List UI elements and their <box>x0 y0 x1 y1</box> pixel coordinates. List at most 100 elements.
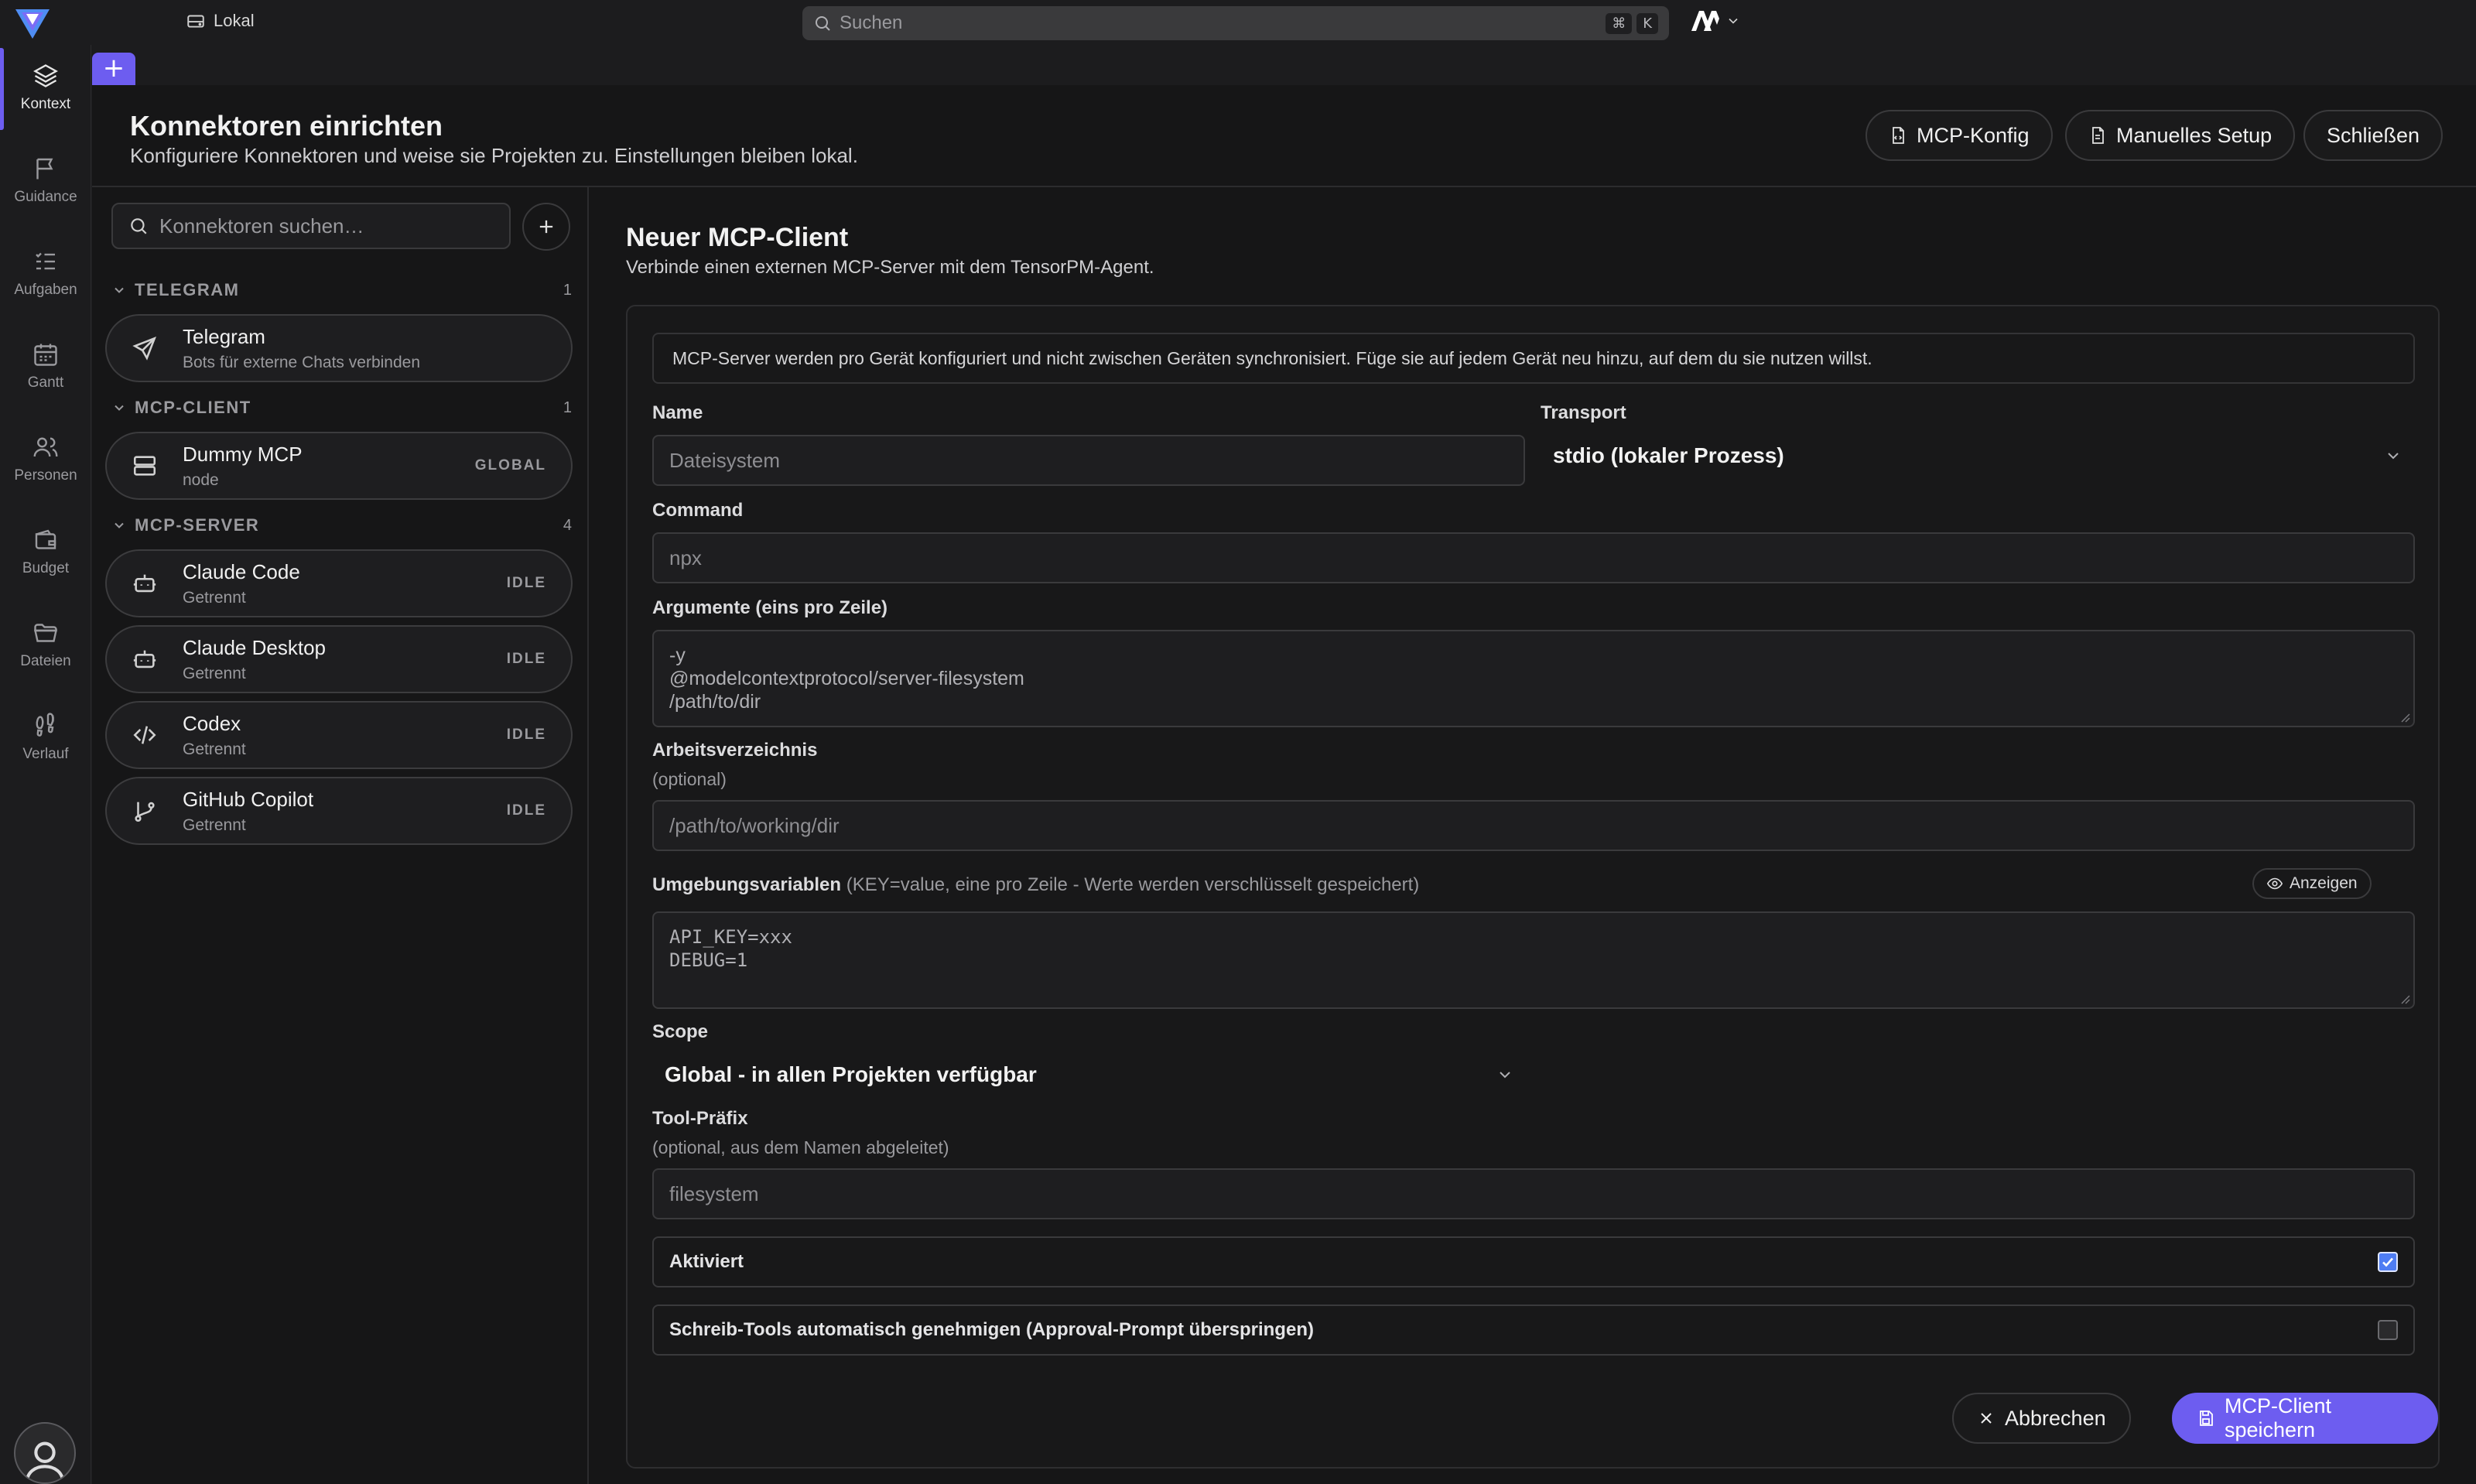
save-mcp-client-button[interactable]: MCP-Client speichern <box>2172 1393 2438 1444</box>
eye-icon <box>2266 875 2283 892</box>
layers-icon <box>32 62 60 90</box>
tool-prefix-label: Tool-Präfix <box>652 1108 748 1129</box>
connector-title: Claude Desktop <box>183 635 326 659</box>
chevron-down-icon <box>1496 1065 1514 1084</box>
new-tab-button[interactable]: + <box>92 53 135 85</box>
connector-item-dummy-mcp[interactable]: Dummy MCP node GLOBAL <box>105 432 573 500</box>
workspace-selector[interactable]: Lokal <box>186 11 255 31</box>
argument-line: @modelcontextprotocol/server-filesystem <box>669 668 1024 689</box>
sync-notice: MCP-Server werden pro Gerät konfiguriert… <box>652 333 2415 384</box>
scope-select[interactable]: Global - in allen Projekten verfügbar <box>652 1049 1527 1100</box>
chevron-down-icon <box>2384 446 2402 465</box>
connector-title: Dummy MCP <box>183 442 303 466</box>
save-label: MCP-Client speichern <box>2225 1394 2332 1441</box>
mcp-config-button[interactable]: MCP-Konfig <box>1866 110 2053 161</box>
status-badge: IDLE <box>506 727 546 743</box>
nav-label: Personen <box>14 467 77 484</box>
connector-search-input[interactable]: Konnektoren suchen… <box>111 203 511 249</box>
connector-setup-page: Konnektoren einrichten Konfiguriere Konn… <box>92 85 2476 1484</box>
group-count: 4 <box>563 516 572 534</box>
close-label: Schließen <box>2327 123 2420 147</box>
search-icon <box>128 216 149 236</box>
resize-handle-icon[interactable] <box>2399 993 2410 1004</box>
nav-label: Dateien <box>20 653 71 669</box>
connector-subtitle: Getrennt <box>183 588 246 607</box>
nav-label: Verlauf <box>22 746 69 762</box>
status-badge: IDLE <box>506 651 546 667</box>
nav-item-aufgaben[interactable]: Aufgaben <box>0 231 91 316</box>
nav-label: Budget <box>22 560 70 576</box>
connector-item-claude-code[interactable]: Claude Code Getrennt IDLE <box>105 549 573 617</box>
connector-item-codex[interactable]: Codex Getrennt IDLE <box>105 701 573 769</box>
chevron-down-icon <box>1725 13 1741 29</box>
manual-setup-button[interactable]: Manuelles Setup <box>2065 110 2296 161</box>
user-avatar-button[interactable] <box>14 1422 76 1484</box>
server-icon <box>132 453 158 479</box>
connector-item-github-copilot[interactable]: GitHub Copilot Getrennt IDLE <box>105 777 573 845</box>
command-input[interactable]: npx <box>652 532 2415 583</box>
connector-item-telegram[interactable]: Telegram Bots für externe Chats verbinden <box>105 314 573 382</box>
status-badge: IDLE <box>506 575 546 591</box>
transport-select[interactable]: stdio (lokaler Prozess) <box>1541 430 2415 481</box>
group-count: 1 <box>563 398 572 416</box>
add-connector-button[interactable] <box>522 203 570 251</box>
env-textarea[interactable]: API_KEY=xxx DEBUG=1 <box>652 911 2415 1009</box>
app-logo-icon[interactable] <box>14 6 51 42</box>
show-values-button[interactable]: Anzeigen <box>2252 868 2372 899</box>
auto-approve-checkbox[interactable] <box>2378 1320 2398 1340</box>
group-header-mcp-client[interactable]: MCP-CLIENT 1 <box>111 398 572 418</box>
tool-prefix-input[interactable]: filesystem <box>652 1168 2415 1219</box>
connector-subtitle: node <box>183 470 219 489</box>
calendar-icon <box>32 340 60 368</box>
nav-item-budget[interactable]: Budget <box>0 509 91 594</box>
env-label-text: Umgebungsvariablen <box>652 874 842 895</box>
bot-icon <box>132 570 158 597</box>
env-label: Umgebungsvariablen (KEY=value, eine pro … <box>652 874 1419 896</box>
plus-icon <box>535 216 557 238</box>
group-header-mcp-server[interactable]: MCP-SERVER 4 <box>111 515 572 535</box>
nav-item-verlauf[interactable]: Verlauf <box>0 695 91 780</box>
connector-title: Codex <box>183 711 241 735</box>
check-icon <box>2382 1257 2393 1267</box>
auto-approve-row[interactable]: Schreib-Tools automatisch genehmigen (Ap… <box>652 1304 2415 1356</box>
env-label-hint: (KEY=value, eine pro Zeile - Werte werde… <box>846 874 1420 895</box>
nav-item-gantt[interactable]: Gantt <box>0 323 91 409</box>
env-line: API_KEY=xxx <box>669 926 792 948</box>
global-search-input[interactable]: Suchen ⌘ K <box>802 6 1669 40</box>
cancel-label: Abbrechen <box>2005 1406 2106 1430</box>
brand-menu-button[interactable] <box>1690 9 1741 32</box>
scope-label: Scope <box>652 1021 709 1042</box>
nav-item-kontext[interactable]: Kontext <box>0 45 91 130</box>
connector-list-panel: Konnektoren suchen… TELEGRAM 1 Telegram B… <box>92 187 589 1484</box>
nav-label: Gantt <box>27 374 64 391</box>
cancel-button[interactable]: Abbrechen <box>1952 1393 2131 1444</box>
code-icon <box>132 722 158 748</box>
enabled-checkbox[interactable] <box>2378 1252 2398 1272</box>
nav-item-personen[interactable]: Personen <box>0 416 91 501</box>
close-button[interactable]: Schließen <box>2303 110 2444 161</box>
connector-title: Telegram <box>183 324 265 348</box>
nav-item-dateien[interactable]: Dateien <box>0 602 91 687</box>
nav-label: Guidance <box>14 189 77 205</box>
manual-setup-label: Manuelles Setup <box>2116 123 2273 147</box>
shortcut-key-cmd: ⌘ <box>1606 12 1633 34</box>
name-label: Name <box>652 402 703 423</box>
nav-rail: Kontext Guidance Aufgaben Gantt Personen… <box>0 45 91 1484</box>
mcp-config-label: MCP-Konfig <box>1917 123 2030 147</box>
enabled-row[interactable]: Aktiviert <box>652 1236 2415 1287</box>
transport-label: Transport <box>1541 402 1626 423</box>
group-header-telegram[interactable]: TELEGRAM 1 <box>111 280 572 300</box>
search-placeholder: Suchen <box>840 12 903 33</box>
workdir-input[interactable]: /path/to/working/dir <box>652 800 2415 851</box>
nav-item-guidance[interactable]: Guidance <box>0 138 91 223</box>
file-text-icon <box>2088 126 2107 145</box>
enabled-label: Aktiviert <box>669 1251 744 1272</box>
connector-item-claude-desktop[interactable]: Claude Desktop Getrennt IDLE <box>105 625 573 693</box>
status-badge: IDLE <box>506 802 546 819</box>
tab-strip: + <box>92 45 2476 85</box>
argument-line: -y <box>669 645 686 666</box>
tool-prefix-hint: (optional, aus dem Namen abgeleitet) <box>652 1137 949 1157</box>
name-input[interactable]: Dateisystem <box>652 435 1525 486</box>
arguments-textarea[interactable]: -y @modelcontextprotocol/server-filesyst… <box>652 630 2415 727</box>
resize-handle-icon[interactable] <box>2399 712 2410 723</box>
